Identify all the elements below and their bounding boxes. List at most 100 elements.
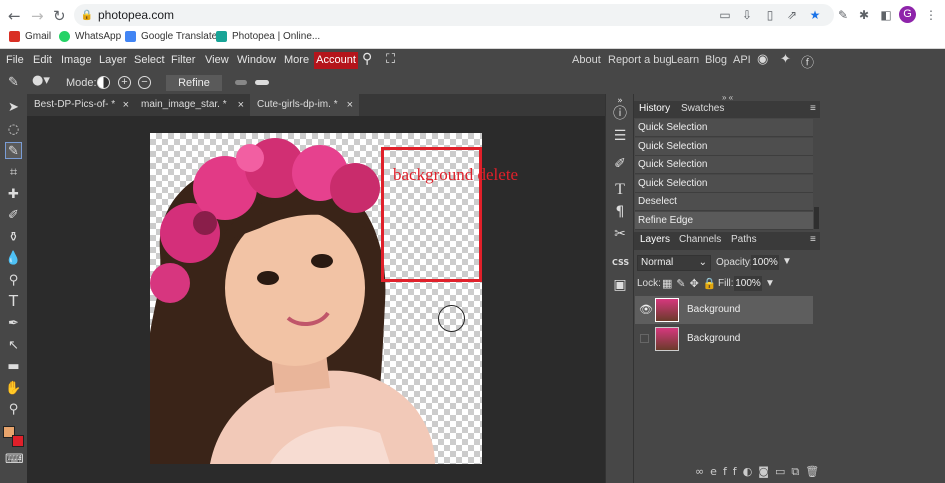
tab-channels[interactable]: Channels — [679, 234, 721, 245]
panel-menu-icon[interactable]: ≡ — [810, 103, 816, 114]
hand-tool-icon[interactable]: ✋ — [5, 380, 22, 397]
quick-select-tool-icon[interactable]: ✎ — [5, 142, 22, 159]
move-tool-icon[interactable]: ➤ — [5, 99, 22, 116]
crop-tool-icon[interactable]: ⌗ — [5, 164, 22, 181]
reload-icon[interactable]: ↻ — [53, 7, 66, 25]
menu-layer[interactable]: Layer — [99, 54, 127, 66]
bookmark-gmail[interactable]: Gmail — [9, 31, 51, 45]
menu-select[interactable]: Select — [134, 54, 165, 66]
link-icon[interactable]: ∞ — [695, 465, 710, 478]
toggle-2[interactable] — [255, 80, 269, 85]
facebook-icon[interactable]: ⓕ — [801, 52, 814, 71]
menu-image[interactable]: Image — [61, 54, 92, 66]
bookmark-google-translate[interactable]: Google Translate — [125, 31, 217, 45]
tab-paths[interactable]: Paths — [731, 234, 757, 245]
brush-tool-icon[interactable]: ✐ — [5, 207, 22, 224]
mode-new-icon[interactable] — [97, 76, 110, 89]
paragraph-icon[interactable]: ¶ — [612, 204, 628, 220]
menu-report-bug[interactable]: Report a bug — [608, 54, 672, 66]
menu-more[interactable]: More — [284, 54, 309, 66]
clone-tool-icon[interactable]: ⚱ — [5, 229, 22, 246]
screen-icon[interactable]: ▭ — [718, 8, 732, 22]
blur-tool-icon[interactable]: 💧 — [5, 250, 22, 267]
dodge-tool-icon[interactable]: ⚲ — [5, 272, 22, 289]
mode-add-icon[interactable]: + — [118, 76, 131, 89]
refine-edge-button[interactable]: Refine Edge — [166, 75, 222, 105]
history-scrollbar[interactable] — [814, 207, 819, 229]
css-icon[interactable]: CSS — [612, 255, 629, 271]
type-tool-icon[interactable]: T — [5, 293, 22, 310]
history-item-current[interactable]: Refine Edge — [635, 212, 813, 230]
chevron-down-icon[interactable]: ▼ — [765, 278, 775, 289]
doc-tab-3-active[interactable]: Cute-girls-dp-im. * × — [250, 94, 359, 116]
background-color-swatch[interactable] — [12, 435, 24, 447]
page-icon[interactable]: ▯ — [763, 8, 777, 22]
info-icon[interactable]: ⓘ — [612, 106, 628, 122]
path-select-tool-icon[interactable]: ↖ — [5, 337, 22, 354]
mask-icon[interactable]: ◙ — [758, 465, 775, 478]
url-text[interactable]: photopea.com — [98, 8, 174, 22]
zoom-tool-icon[interactable]: ⚲ — [5, 401, 22, 418]
layer-row-selected[interactable]: 👁 Background — [635, 296, 813, 324]
forward-icon[interactable]: → — [31, 7, 44, 25]
reddit-icon[interactable]: ◉ — [757, 52, 768, 67]
menu-view[interactable]: View — [205, 54, 229, 66]
toggle-1[interactable] — [235, 80, 247, 85]
account-button[interactable]: Account — [314, 52, 358, 69]
twitter-icon[interactable]: ✦ — [780, 52, 791, 67]
history-item[interactable]: Quick Selection — [635, 138, 813, 156]
lock-icons[interactable]: ▦✎✥🔒 — [662, 277, 721, 290]
mode-subtract-icon[interactable]: − — [138, 76, 151, 89]
eye-icon[interactable]: 👁 — [639, 296, 653, 324]
keyboard-icon[interactable]: ⌨ — [5, 451, 24, 468]
adjustment-layer-icon[interactable]: ◐ — [743, 465, 759, 478]
history-item[interactable]: Quick Selection — [635, 119, 813, 137]
tab-swatches[interactable]: Swatches — [681, 103, 724, 114]
lock-icon[interactable]: 🔒 — [80, 9, 94, 23]
healing-tool-icon[interactable]: ✚ — [5, 186, 22, 203]
opacity-input[interactable]: 100% — [751, 255, 779, 270]
share-icon[interactable]: ⇗ — [785, 8, 799, 22]
trash-icon[interactable]: 🗑 — [805, 465, 825, 478]
doc-tab-2[interactable]: main_image_star. * × — [134, 94, 250, 116]
folder-icon[interactable]: ▭ — [775, 465, 791, 478]
image-icon[interactable]: ▣ — [612, 277, 628, 293]
character-icon[interactable]: T — [612, 182, 628, 198]
new-layer-icon[interactable]: ⧉ — [791, 465, 805, 478]
doc-tab-1[interactable]: Best-DP-Pics-of- * × — [27, 94, 135, 116]
fill-input[interactable]: 100% — [734, 276, 762, 291]
menu-api[interactable]: API — [733, 54, 751, 66]
fullscreen-icon[interactable]: ⛶ — [386, 52, 395, 67]
menu-window[interactable]: Window — [237, 54, 276, 66]
adjustments-icon[interactable]: ☰ — [612, 128, 628, 144]
history-item[interactable]: Quick Selection — [635, 175, 813, 193]
install-icon[interactable]: ⇩ — [740, 8, 754, 22]
more-menu-icon[interactable]: ⋮ — [924, 8, 938, 22]
panel-menu-icon[interactable]: ≡ — [810, 234, 816, 245]
layer-row[interactable]: Background — [635, 325, 813, 353]
sidepanel-icon[interactable]: ◧ — [879, 8, 893, 22]
tab-history[interactable]: History — [639, 103, 670, 114]
menu-filter[interactable]: Filter — [171, 54, 195, 66]
menu-blog[interactable]: Blog — [705, 54, 727, 66]
tools-icon[interactable]: ✂ — [612, 226, 628, 242]
pen-tool-icon[interactable]: ✒ — [5, 315, 22, 332]
bookmark-photopea[interactable]: Photopea | Online... — [216, 31, 320, 45]
tab-layers[interactable]: Layers — [640, 234, 670, 245]
brush-size-icon[interactable]: ●▾ — [32, 73, 50, 88]
extensions-icon[interactable]: ✱ — [857, 8, 871, 22]
close-icon[interactable]: × — [123, 94, 129, 116]
menu-edit[interactable]: Edit — [33, 54, 52, 66]
close-icon[interactable]: × — [347, 94, 353, 116]
menu-about[interactable]: About — [572, 54, 601, 66]
shape-tool-icon[interactable]: ▬ — [5, 358, 22, 375]
visibility-toggle[interactable] — [640, 334, 649, 343]
menu-learn[interactable]: Learn — [671, 54, 699, 66]
history-item[interactable]: Quick Selection — [635, 156, 813, 174]
blend-mode-select[interactable]: Normal ⌄ — [637, 255, 711, 271]
bookmark-whatsapp[interactable]: WhatsApp — [59, 31, 121, 45]
effects-icon[interactable]: eff — [710, 465, 743, 478]
lasso-tool-icon[interactable]: ◌ — [5, 121, 22, 138]
bookmark-star-icon[interactable]: ★ — [808, 8, 822, 22]
back-icon[interactable]: ← — [8, 7, 21, 25]
